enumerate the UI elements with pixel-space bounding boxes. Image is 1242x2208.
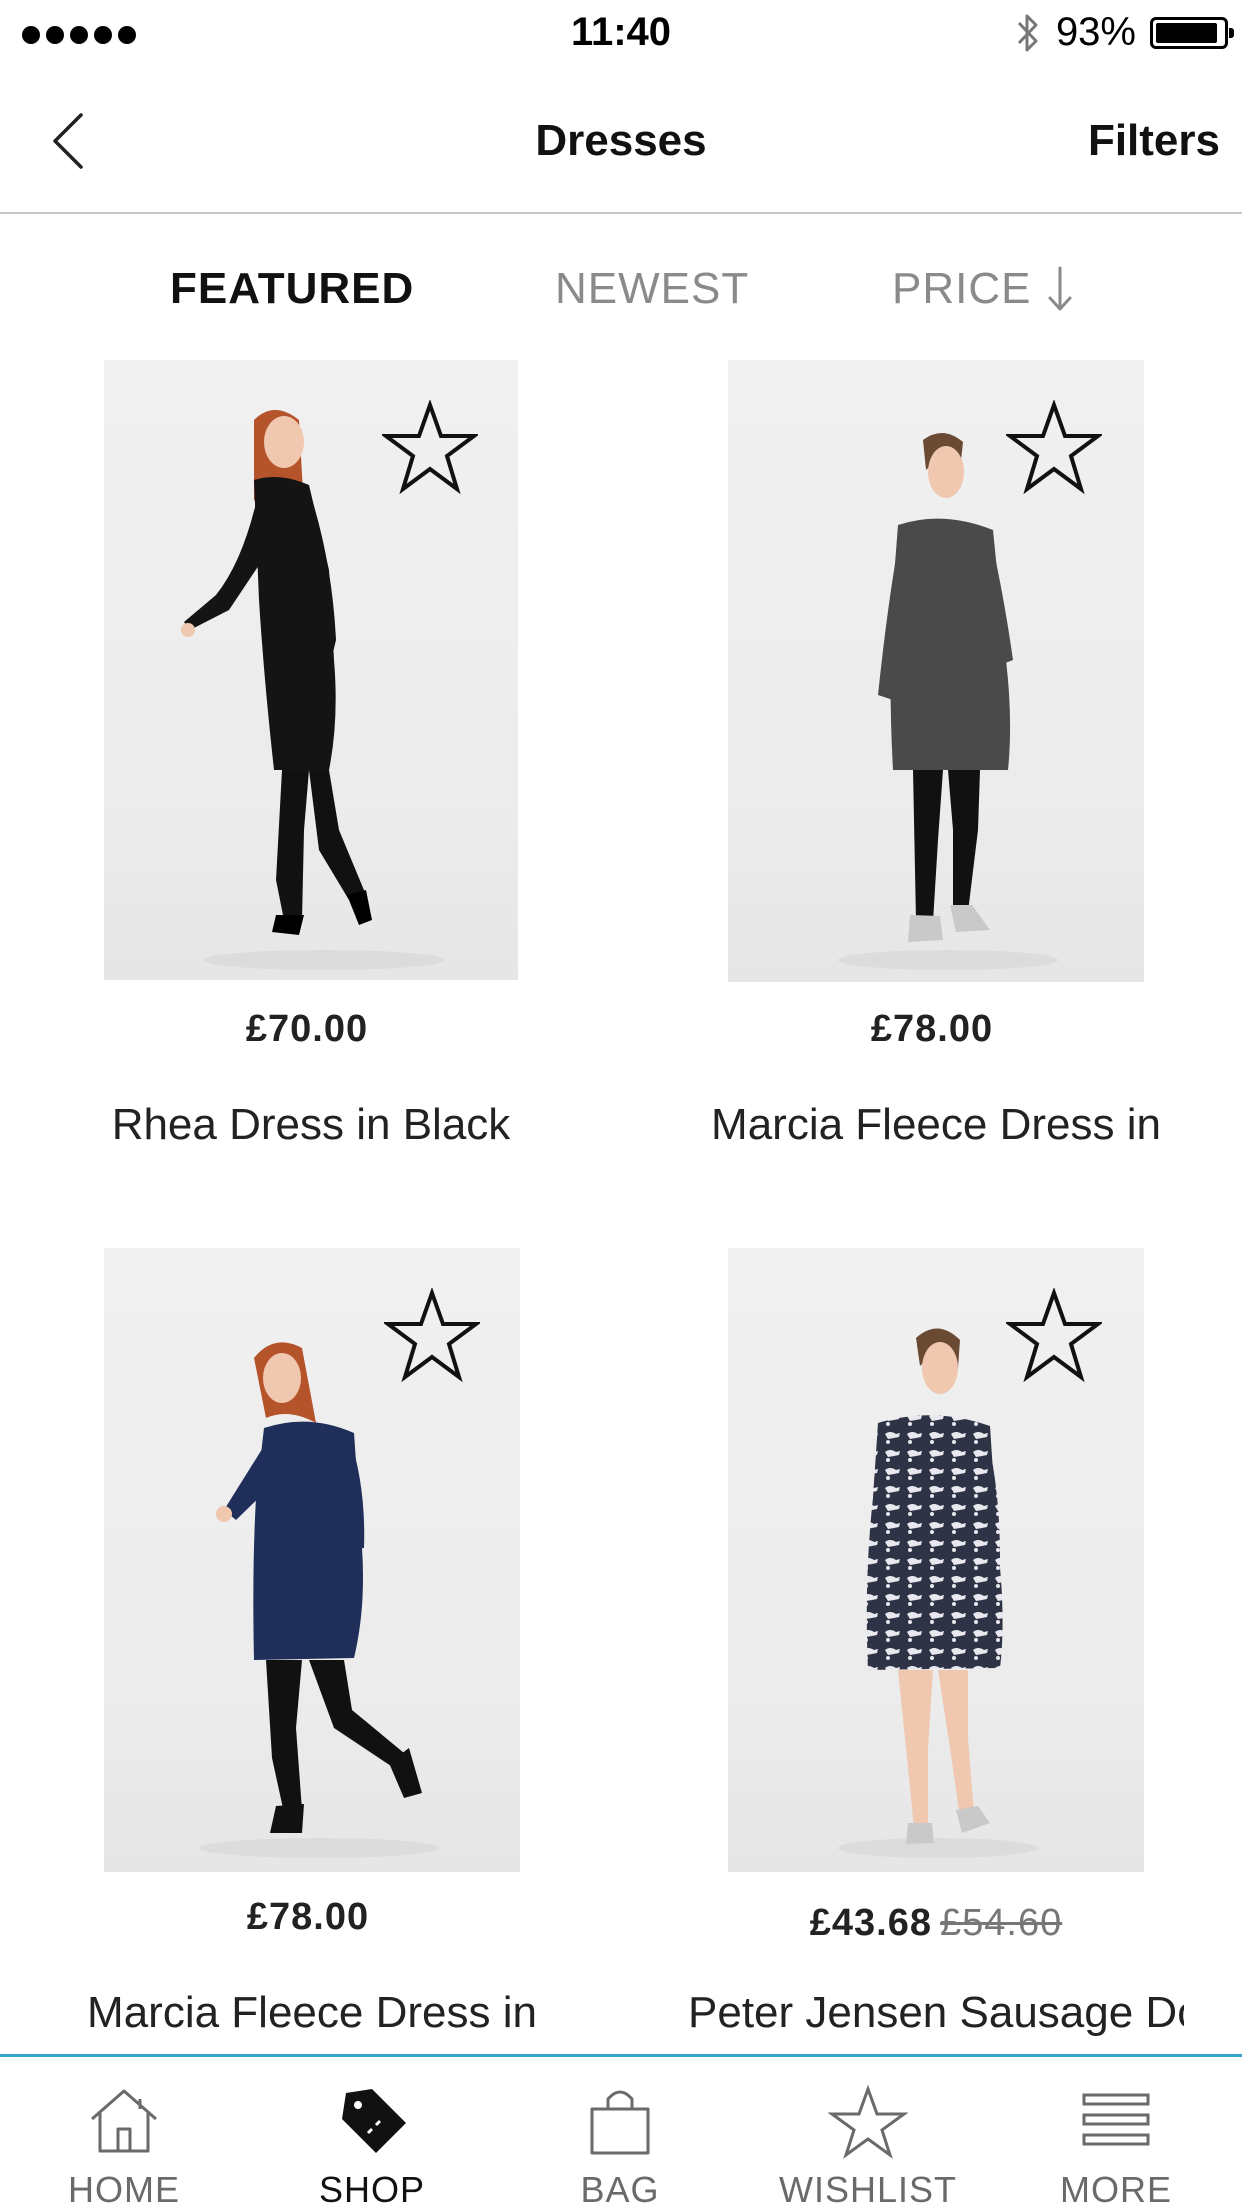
back-button[interactable]: [40, 106, 96, 176]
tag-icon: [342, 2089, 406, 2153]
star-outline-icon[interactable]: [1006, 1288, 1102, 1384]
tab-shop[interactable]: SHOP: [248, 2057, 496, 2208]
current-price: £43.68: [809, 1902, 932, 1944]
arrow-down-icon: [1048, 266, 1072, 311]
page-title: Dresses: [535, 116, 707, 165]
sort-tab-featured[interactable]: FEATURED: [170, 264, 414, 314]
star-icon: [828, 2084, 908, 2159]
tab-wishlist[interactable]: WISHLIST: [744, 2057, 992, 2208]
product-image[interactable]: [104, 1248, 520, 1872]
tab-bag-label: BAG: [580, 2169, 660, 2208]
sort-tab-price[interactable]: PRICE: [892, 264, 1073, 314]
tab-home-label: HOME: [68, 2169, 180, 2208]
tab-bag[interactable]: BAG: [496, 2057, 744, 2208]
star-outline-icon[interactable]: [384, 1288, 480, 1384]
product-name[interactable]: Marcia Fleece Dress in: [64, 1988, 560, 2038]
status-bar: 11:40 93%: [0, 0, 1242, 66]
menu-icon: [1082, 2093, 1150, 2146]
bag-icon: [590, 2090, 650, 2155]
tab-home[interactable]: HOME: [0, 2057, 248, 2208]
current-price: £78.00: [870, 1008, 994, 1050]
product-card[interactable]: £78.00 Marcia Fleece Dress in: [711, 360, 1161, 1160]
home-icon: [91, 2089, 157, 2153]
navigation-bar: Dresses Filters: [0, 66, 1242, 214]
filters-button[interactable]: Filters: [1088, 116, 1220, 166]
sort-tab-newest[interactable]: NEWEST: [555, 264, 749, 314]
sort-tabs: FEATURED NEWEST PRICE: [0, 214, 1242, 344]
sort-tab-price-label: PRICE: [892, 264, 1032, 313]
tab-wishlist-label: WISHLIST: [778, 2169, 957, 2208]
product-image[interactable]: [728, 1248, 1144, 1872]
product-card[interactable]: £78.00 Marcia Fleece Dress in: [87, 1248, 537, 2048]
current-price: £70.00: [245, 1008, 369, 1050]
chevron-left-icon: [53, 113, 83, 169]
tab-bar: HOME SHOP BAG WISHLIST MORE: [0, 2054, 1242, 2208]
product-image[interactable]: [104, 360, 518, 980]
product-card[interactable]: £43.68 £54.60 Peter Jensen Sausage Dog: [688, 1248, 1184, 2048]
battery-percentage: 93%: [1055, 10, 1136, 54]
product-name[interactable]: Rhea Dress in Black: [64, 1100, 558, 1150]
product-price: £78.00: [104, 1896, 520, 1939]
product-price: £78.00: [728, 1008, 1144, 1051]
star-outline-icon[interactable]: [382, 400, 478, 496]
tab-shop-label: SHOP: [318, 2169, 426, 2208]
product-price: £43.68 £54.60: [728, 1902, 1144, 1945]
star-outline-icon[interactable]: [1006, 400, 1102, 496]
product-image[interactable]: [728, 360, 1144, 982]
tab-more-label: MORE: [1060, 2169, 1172, 2208]
product-name[interactable]: Marcia Fleece Dress in: [688, 1100, 1184, 1150]
was-price: £54.60: [940, 1902, 1063, 1944]
tab-more[interactable]: MORE: [992, 2057, 1240, 2208]
product-card[interactable]: £70.00 Rhea Dress in Black: [104, 360, 518, 1160]
product-price: £70.00: [104, 1008, 518, 1051]
battery-icon: [1150, 16, 1234, 49]
bluetooth-icon: [1017, 14, 1038, 51]
product-name[interactable]: Peter Jensen Sausage Dog: [688, 1988, 1184, 2038]
current-price: £78.00: [246, 1896, 370, 1938]
